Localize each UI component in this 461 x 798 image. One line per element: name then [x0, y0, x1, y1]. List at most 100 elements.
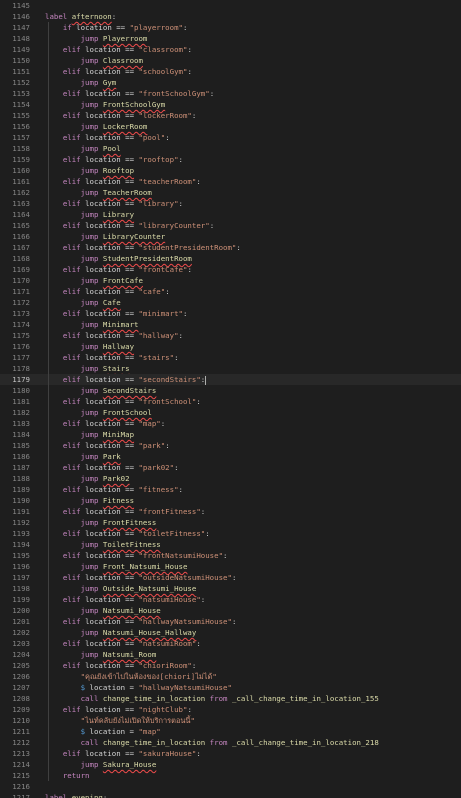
code-line[interactable]: 1155 elif location == "lockerRoom":	[0, 110, 461, 121]
code-line[interactable]: 1189 elif location == "fitness":	[0, 484, 461, 495]
code-line[interactable]: 1215 return	[0, 770, 461, 781]
code-line[interactable]: 1153 elif location == "frontSchoolGym":	[0, 88, 461, 99]
code-text: elif location == "frontSchool":	[62, 397, 201, 406]
code-line[interactable]: 1160 jump Rooftop	[0, 165, 461, 176]
line-number: 1188	[12, 474, 30, 483]
code-line[interactable]: 1146 label afternoon:	[0, 11, 461, 22]
code-line[interactable]: 1149 elif location == "classroom":	[0, 44, 461, 55]
code-line[interactable]: 1181 elif location == "frontSchool":	[0, 396, 461, 407]
code-line[interactable]: 1212 call change_time_in_location from _…	[0, 737, 461, 748]
code-line[interactable]: 1173 elif location == "minimart":	[0, 308, 461, 319]
code-line[interactable]: 1182 jump FrontSchool	[0, 407, 461, 418]
code-line[interactable]: 1205 elif location == "chioriRoom":	[0, 660, 461, 671]
code-line[interactable]: 1210 "ไนท์คลับยังไม่เปิดให้บริการตอนนี้"	[0, 715, 461, 726]
code-line[interactable]: 1151 elif location == "schoolGym":	[0, 66, 461, 77]
code-line[interactable]: 1213 elif location == "sakuraHouse":	[0, 748, 461, 759]
line-number: 1198	[12, 584, 30, 593]
line-number: 1154	[12, 100, 30, 109]
code-line[interactable]: 1194 jump ToiletFitness	[0, 539, 461, 550]
code-line[interactable]: 1152 jump Gym	[0, 77, 461, 88]
code-line[interactable]: 1186 jump Park	[0, 451, 461, 462]
code-line[interactable]: 1187 elif location == "park02":	[0, 462, 461, 473]
code-line[interactable]: 1217 label evening:	[0, 792, 461, 798]
code-line[interactable]: 1179 elif location == "secondStairs":	[0, 374, 461, 385]
line-number: 1201	[12, 617, 30, 626]
code-line[interactable]: 1175 elif location == "hallway":	[0, 330, 461, 341]
code-line[interactable]: 1145	[0, 0, 461, 11]
code-line[interactable]: 1170 jump FrontCafe	[0, 275, 461, 286]
line-number: 1200	[12, 606, 30, 615]
code-line[interactable]: 1147 if location == "playerroom":	[0, 22, 461, 33]
code-line[interactable]: 1200 jump Natsumi_House	[0, 605, 461, 616]
code-line[interactable]: 1156 jump LockerRoom	[0, 121, 461, 132]
line-number: 1170	[12, 276, 30, 285]
code-line[interactable]: 1165 elif location == "libraryCounter":	[0, 220, 461, 231]
code-text: jump LibraryCounter	[80, 232, 166, 241]
code-line[interactable]: 1168 jump StudentPresidentRoom	[0, 253, 461, 264]
code-line[interactable]: 1193 elif location == "toiletFitness":	[0, 528, 461, 539]
code-line[interactable]: 1198 jump Outside_Natsumi_House	[0, 583, 461, 594]
code-text: elif location == "libraryCounter":	[62, 221, 215, 230]
code-line[interactable]: 1183 elif location == "map":	[0, 418, 461, 429]
code-line[interactable]: 1177 elif location == "stairs":	[0, 352, 461, 363]
code-line[interactable]: 1148 jump Playerroom	[0, 33, 461, 44]
code-line[interactable]: 1185 elif location == "park":	[0, 440, 461, 451]
code-line[interactable]: 1199 elif location == "natsumiHouse":	[0, 594, 461, 605]
code-line[interactable]: 1166 jump LibraryCounter	[0, 231, 461, 242]
code-line[interactable]: 1184 jump MiniMap	[0, 429, 461, 440]
line-number: 1199	[12, 595, 30, 604]
code-line[interactable]: 1162 jump TeacherRoom	[0, 187, 461, 198]
code-line[interactable]: 1157 elif location == "pool":	[0, 132, 461, 143]
code-line[interactable]: 1171 elif location == "cafe":	[0, 286, 461, 297]
line-number: 1190	[12, 496, 30, 505]
code-line[interactable]: 1158 jump Pool	[0, 143, 461, 154]
code-line[interactable]: 1150 jump Classroom	[0, 55, 461, 66]
code-line[interactable]: 1176 jump Hallway	[0, 341, 461, 352]
code-line[interactable]: 1167 elif location == "studentPresidentR…	[0, 242, 461, 253]
code-line[interactable]: 1208 call change_time_in_location from _…	[0, 693, 461, 704]
code-line[interactable]: 1174 jump Minimart	[0, 319, 461, 330]
line-number: 1174	[12, 320, 30, 329]
code-editor[interactable]: 1145 1146 label afternoon: 1147 if location…	[0, 0, 461, 798]
code-line[interactable]: 1209 elif location == "nightClub":	[0, 704, 461, 715]
code-line[interactable]: 1211 $ location = "map"	[0, 726, 461, 737]
code-line[interactable]: 1172 jump Cafe	[0, 297, 461, 308]
code-line[interactable]: 1163 elif location == "library":	[0, 198, 461, 209]
line-number: 1157	[12, 133, 30, 142]
line-number: 1212	[12, 738, 30, 747]
line-number: 1175	[12, 331, 30, 340]
line-number: 1159	[12, 155, 30, 164]
code-line[interactable]: 1178 jump Stairs	[0, 363, 461, 374]
code-line[interactable]: 1180 jump SecondStairs	[0, 385, 461, 396]
code-text: elif location == "park02":	[62, 463, 179, 472]
code-line[interactable]: 1196 jump Front_Natsumi_House	[0, 561, 461, 572]
code-line[interactable]: 1169 elif location == "frontCafe":	[0, 264, 461, 275]
code-line[interactable]: 1161 elif location == "teacherRoom":	[0, 176, 461, 187]
code-line[interactable]: 1216	[0, 781, 461, 792]
code-line[interactable]: 1204 jump Natsumi_Room	[0, 649, 461, 660]
code-line[interactable]: 1195 elif location == "frontNatsumiHouse…	[0, 550, 461, 561]
line-number: 1180	[12, 386, 30, 395]
code-line[interactable]: 1190 jump Fitness	[0, 495, 461, 506]
code-line[interactable]: 1164 jump Library	[0, 209, 461, 220]
code-line[interactable]: 1206 "คุณยังเข้าไปในห้องของ[chiori]ไม่ได…	[0, 671, 461, 682]
code-line[interactable]: 1214 jump Sakura_House	[0, 759, 461, 770]
code-line[interactable]: 1159 elif location == "rooftop":	[0, 154, 461, 165]
line-number: 1210	[12, 716, 30, 725]
code-line[interactable]: 1191 elif location == "frontFitness":	[0, 506, 461, 517]
code-line[interactable]: 1192 jump FrontFitness	[0, 517, 461, 528]
code-text: elif location == "fitness":	[62, 485, 183, 494]
code-line[interactable]: 1202 jump Natsumi_House_Hallway	[0, 627, 461, 638]
line-number: 1147	[12, 23, 30, 32]
code-text: call change_time_in_location from _call_…	[80, 694, 379, 703]
code-line[interactable]: 1188 jump Park02	[0, 473, 461, 484]
line-number: 1208	[12, 694, 30, 703]
code-line[interactable]: 1197 elif location == "outsideNatsumiHou…	[0, 572, 461, 583]
code-text: elif location == "pool":	[62, 133, 170, 142]
code-line[interactable]: 1207 $ location = "hallwayNatsumiHouse"	[0, 682, 461, 693]
code-line[interactable]: 1201 elif location == "hallwayNatsumiHou…	[0, 616, 461, 627]
code-text: jump Minimart	[80, 320, 139, 329]
line-number: 1150	[12, 56, 30, 65]
code-line[interactable]: 1154 jump FrontSchoolGym	[0, 99, 461, 110]
code-line[interactable]: 1203 elif location == "natsumiRoom":	[0, 638, 461, 649]
